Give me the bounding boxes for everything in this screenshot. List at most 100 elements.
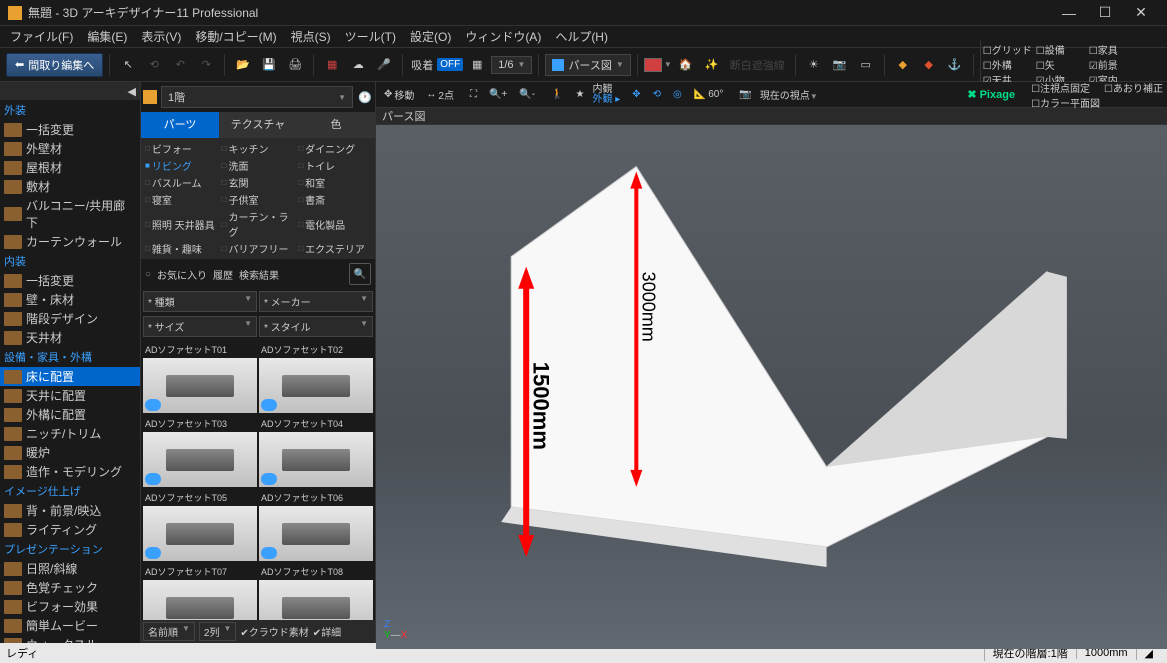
- category-item[interactable]: 敷材: [0, 177, 140, 196]
- room-category[interactable]: リビング: [143, 157, 220, 174]
- room-category[interactable]: 子供室: [220, 191, 297, 208]
- room-category[interactable]: ダイニング: [296, 140, 373, 157]
- room-category[interactable]: 雑貨・趣味: [143, 240, 220, 257]
- grid-icon[interactable]: ▦: [465, 53, 489, 77]
- 3d-canvas[interactable]: 3000mm 1500mm Z Y—X: [376, 125, 1167, 649]
- category-item[interactable]: カーテンウォール: [0, 232, 140, 251]
- pixage-logo[interactable]: ✖ Pixage: [967, 88, 1015, 101]
- category-item[interactable]: 造作・モデリング: [0, 462, 140, 481]
- interior-exterior-toggle[interactable]: 内観 外観 ▸: [592, 85, 620, 105]
- category-item[interactable]: 外壁材: [0, 139, 140, 158]
- category-item[interactable]: 暖炉: [0, 443, 140, 462]
- maximize-button[interactable]: ☐: [1087, 1, 1123, 25]
- print-icon[interactable]: 🖨: [283, 53, 307, 77]
- fov-button[interactable]: 📐60°: [690, 87, 728, 102]
- orbit-icon[interactable]: ⟲: [649, 87, 665, 102]
- grid-ratio-dropdown[interactable]: 1/6▼: [491, 56, 532, 74]
- room-category[interactable]: 照明 天井器具: [143, 208, 220, 240]
- category-item[interactable]: 一括変更: [0, 271, 140, 290]
- category-item[interactable]: 階段デザイン: [0, 309, 140, 328]
- open-icon[interactable]: 📂: [231, 53, 255, 77]
- tool-icon[interactable]: ▦: [320, 53, 344, 77]
- move-button[interactable]: ✥移動: [380, 85, 418, 104]
- room-category[interactable]: 書斎: [296, 191, 373, 208]
- room-category[interactable]: 洗面: [220, 157, 297, 174]
- display-toggle[interactable]: ☐家具: [1089, 42, 1138, 57]
- size-filter-dropdown[interactable]: * サイズ▼: [143, 316, 257, 337]
- color-swatch[interactable]: [644, 58, 662, 72]
- category-item[interactable]: 一括変更: [0, 120, 140, 139]
- viewpoint-dropdown[interactable]: 現在の視点▼: [760, 87, 818, 102]
- parts-tab[interactable]: パーツ: [141, 112, 219, 138]
- category-item[interactable]: 日照/斜線: [0, 559, 140, 578]
- category-item[interactable]: ウォークスルー: [0, 635, 140, 643]
- category-item[interactable]: 床に配置: [0, 367, 140, 386]
- room-category[interactable]: 寝室: [143, 191, 220, 208]
- part-item[interactable]: ADソファセットT08: [259, 563, 373, 620]
- look-icon[interactable]: ◎: [669, 87, 686, 102]
- panel-collapse-icon[interactable]: ◀: [0, 82, 140, 100]
- wand-icon[interactable]: ✨: [700, 53, 724, 77]
- part-item[interactable]: ADソファセットT03: [143, 415, 257, 487]
- cube2-icon[interactable]: ◆: [917, 53, 941, 77]
- search-results-tab[interactable]: 検索結果: [239, 267, 279, 282]
- tilt-correction-toggle[interactable]: ☐あおり補正: [1104, 80, 1163, 95]
- room-category[interactable]: 玄関: [220, 174, 297, 191]
- category-item[interactable]: 壁・床材: [0, 290, 140, 309]
- display-toggle[interactable]: ☐設備: [1036, 42, 1085, 57]
- room-category[interactable]: エクステリア: [296, 240, 373, 257]
- room-category[interactable]: バリアフリー: [220, 240, 297, 257]
- menu-item[interactable]: 編集(E): [81, 26, 133, 47]
- pan-icon[interactable]: ✥: [628, 87, 644, 102]
- cloud-icon[interactable]: ☁: [346, 53, 370, 77]
- two-points-button[interactable]: ↔2点: [422, 85, 458, 104]
- sort-dropdown[interactable]: 名前順▼: [143, 622, 195, 641]
- menu-item[interactable]: 設定(O): [404, 26, 457, 47]
- parts-tab[interactable]: テクスチャ: [219, 112, 297, 138]
- close-button[interactable]: ✕: [1123, 1, 1159, 25]
- menu-item[interactable]: ファイル(F): [4, 26, 79, 47]
- display-toggle[interactable]: ☐外構: [983, 57, 1032, 72]
- part-item[interactable]: ADソファセットT07: [143, 563, 257, 620]
- category-item[interactable]: 天井材: [0, 328, 140, 347]
- photo-icon[interactable]: 📷: [828, 53, 852, 77]
- display-toggle[interactable]: ☐矢: [1036, 57, 1085, 72]
- category-item[interactable]: ライティング: [0, 520, 140, 539]
- room-category[interactable]: バスルーム: [143, 174, 220, 191]
- floor-dropdown[interactable]: 1階▼: [161, 86, 353, 108]
- room-category[interactable]: ビフォー: [143, 140, 220, 157]
- parts-tab[interactable]: 色: [297, 112, 375, 138]
- redo-icon[interactable]: ↷: [194, 53, 218, 77]
- maker-filter-dropdown[interactable]: * メーカー▼: [259, 291, 373, 312]
- menu-item[interactable]: ウィンドウ(A): [459, 26, 547, 47]
- room-category[interactable]: 電化製品: [296, 208, 373, 240]
- house-icon[interactable]: 🏠: [674, 53, 698, 77]
- part-item[interactable]: ADソファセットT01: [143, 341, 257, 413]
- room-category[interactable]: 和室: [296, 174, 373, 191]
- category-item[interactable]: バルコニー/共用廊下: [0, 196, 140, 232]
- part-item[interactable]: ADソファセットT06: [259, 489, 373, 561]
- screen-icon[interactable]: ▭: [854, 53, 878, 77]
- camera-icon[interactable]: 📷: [735, 87, 755, 102]
- category-item[interactable]: ニッチ/トリム: [0, 424, 140, 443]
- cloud-material-toggle[interactable]: ✔クラウド素材: [240, 624, 308, 639]
- category-item[interactable]: 簡単ムービー: [0, 616, 140, 635]
- menu-item[interactable]: ヘルプ(H): [549, 26, 614, 47]
- display-toggle[interactable]: ☑前景: [1089, 57, 1138, 72]
- part-item[interactable]: ADソファセットT05: [143, 489, 257, 561]
- walk-icon[interactable]: 🚶: [547, 87, 567, 102]
- zoom-in-icon[interactable]: 🔍+: [485, 87, 511, 102]
- cursor-tool-icon[interactable]: ↖: [116, 53, 140, 77]
- favorites-tab[interactable]: お気に入り: [157, 267, 207, 282]
- anchor-icon[interactable]: ⚓: [943, 53, 967, 77]
- wand2-icon[interactable]: ★: [571, 87, 588, 102]
- part-item[interactable]: ADソファセットT02: [259, 341, 373, 413]
- history-tab[interactable]: 履歴: [213, 267, 233, 282]
- mic-icon[interactable]: 🎤: [372, 53, 396, 77]
- search-icon[interactable]: 🔍: [349, 263, 371, 285]
- menu-item[interactable]: 表示(V): [135, 26, 187, 47]
- lock-gaze-toggle[interactable]: ☐注視点固定: [1031, 80, 1100, 95]
- style-filter-dropdown[interactable]: * スタイル▼: [259, 316, 373, 337]
- type-filter-dropdown[interactable]: * 種類▼: [143, 291, 257, 312]
- category-item[interactable]: 屋根材: [0, 158, 140, 177]
